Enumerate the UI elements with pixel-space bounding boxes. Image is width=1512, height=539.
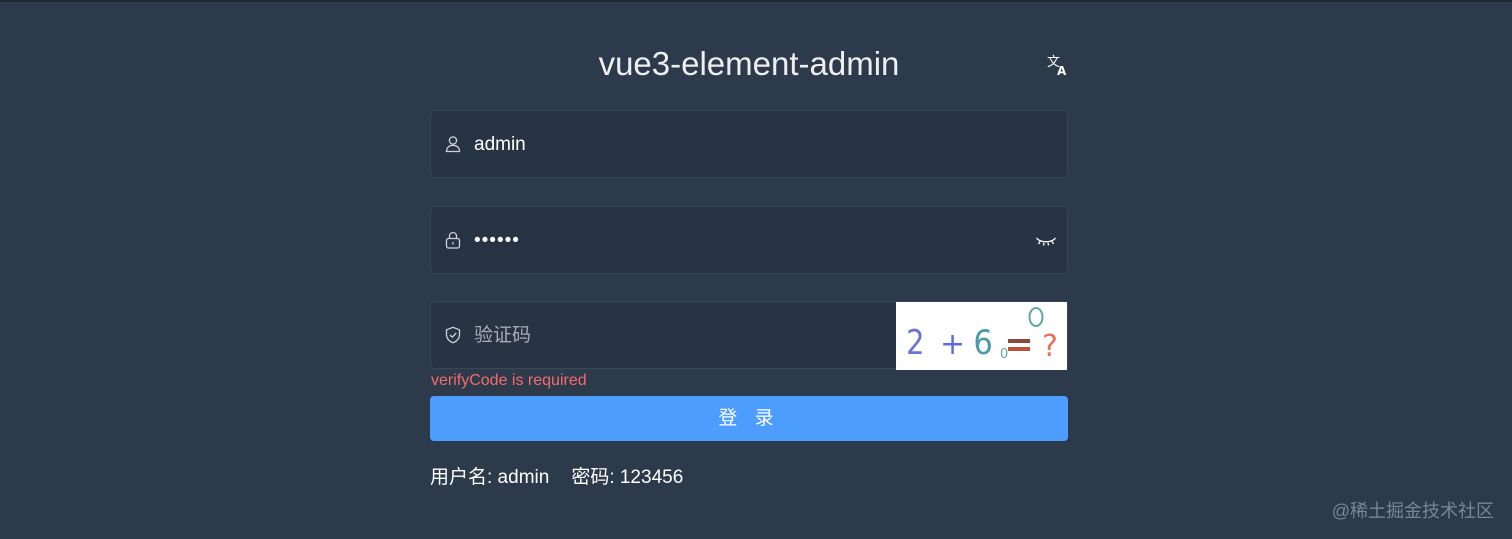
password-field[interactable]: ••••••: [430, 206, 1068, 274]
verify-code-error: verifyCode is required: [431, 372, 587, 389]
password-tip: 密码: 123456: [571, 467, 684, 488]
lock-icon: [444, 231, 462, 249]
top-border: [0, 0, 1512, 2]
captcha-image[interactable]: 2 + 6 0 ?: [896, 302, 1067, 370]
translate-icon[interactable]: 文 A: [1046, 53, 1070, 78]
svg-text:6: 6: [973, 322, 992, 362]
username-field[interactable]: admin: [430, 110, 1068, 178]
username-input[interactable]: admin: [474, 111, 526, 179]
eye-closed-icon[interactable]: [1035, 232, 1057, 250]
watermark: @稀土掘金技术社区: [1331, 501, 1494, 521]
verify-code-input[interactable]: 验证码: [474, 302, 531, 370]
password-input[interactable]: ••••••: [474, 207, 520, 275]
svg-text:0: 0: [1000, 347, 1008, 362]
user-icon: [444, 135, 462, 153]
svg-text:2: 2: [906, 324, 924, 363]
login-button[interactable]: 登 录: [430, 396, 1068, 441]
captcha-graphic: 2 + 6 0 ?: [906, 307, 1058, 364]
svg-text:A: A: [1057, 64, 1067, 77]
login-tips: 用户名: admin 密码: 123456: [430, 466, 683, 490]
username-tip: 用户名: admin: [430, 467, 550, 488]
svg-text:?: ?: [1042, 329, 1058, 364]
svg-text:+: +: [940, 327, 965, 362]
shield-icon: [444, 326, 462, 344]
verify-code-field[interactable]: 验证码 2 + 6 0 ?: [430, 301, 1068, 370]
page-title: vue3-element-admin: [598, 45, 900, 82]
